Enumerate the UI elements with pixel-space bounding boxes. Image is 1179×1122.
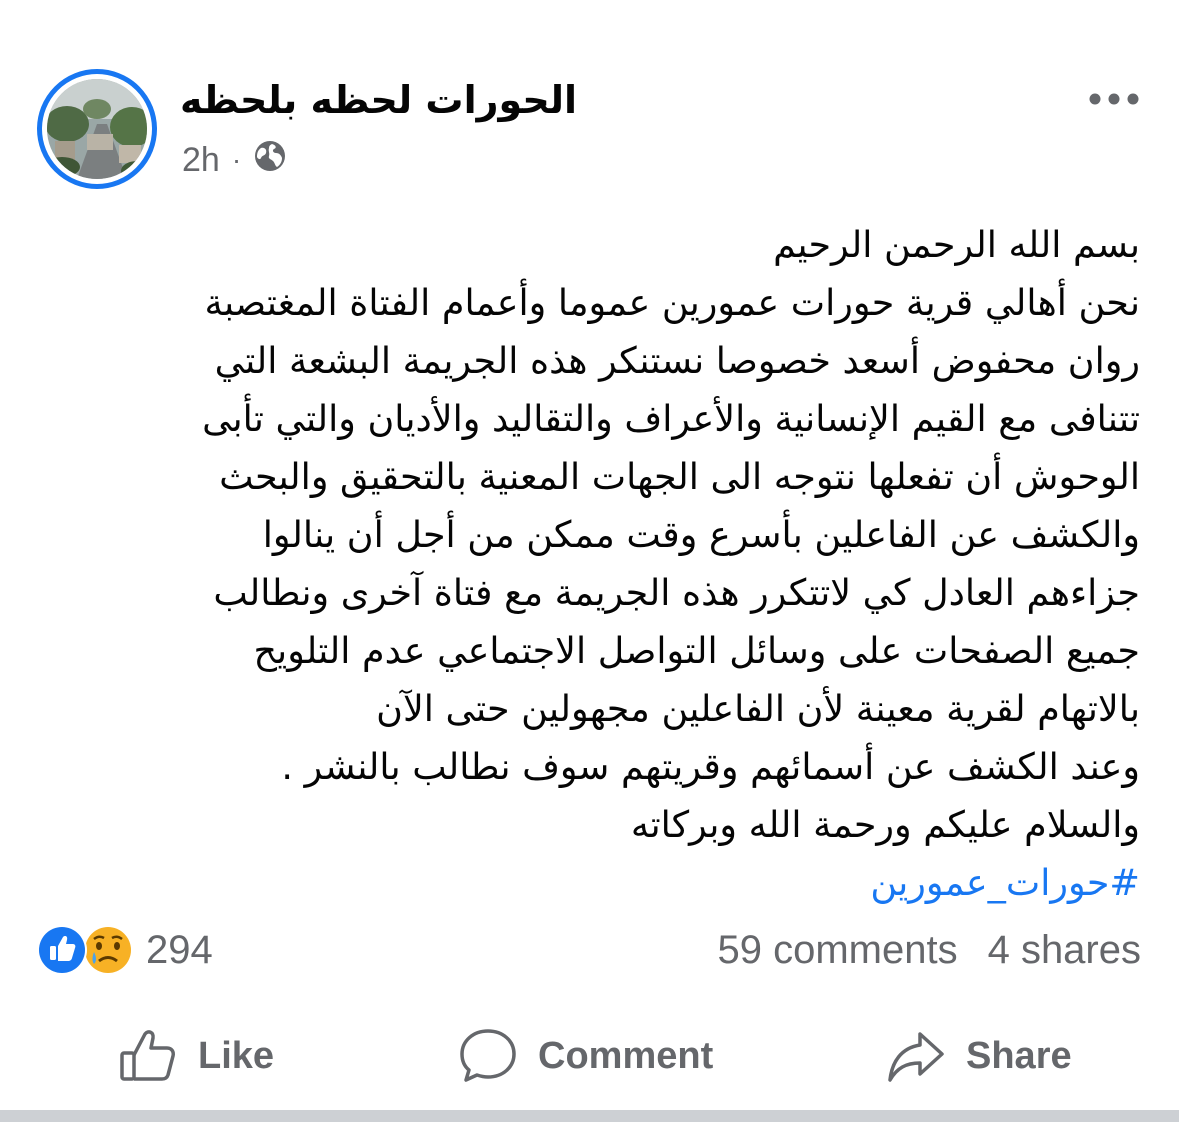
reactions-summary[interactable]: 294	[36, 924, 213, 976]
post-line: روان محفوض أسعد خصوصا نستنكر هذه الجريمة…	[214, 339, 1140, 382]
comment-icon	[460, 1029, 516, 1082]
post-line: والكشف عن الفاعلين بأسرع وقت ممكن من أجل…	[262, 513, 1140, 556]
like-outline-icon	[120, 1030, 175, 1081]
post-line: والسلام عليكم ورحمة الله وبركاته	[630, 803, 1140, 846]
sad-icon	[85, 927, 131, 973]
post-line: جزاءهم العادل كي لاتتكرر هذه الجريمة مع …	[213, 571, 1140, 614]
page-name[interactable]: الحورات لحظه بلحظه	[180, 78, 577, 122]
post-line: الوحوش أن تفعلها نتوجه الى الجهات المعني…	[219, 455, 1140, 498]
post-text: بسم الله الرحمن الرحيم نحن أهالي قرية حو…	[40, 216, 1140, 912]
avatar-image	[47, 79, 147, 179]
more-options-button[interactable]	[1084, 82, 1144, 116]
share-label: Share	[966, 1034, 1072, 1077]
reactions-count: 294	[146, 927, 213, 972]
globe-icon[interactable]	[253, 139, 287, 182]
post-line: جميع الصفحات على وسائل التواصل الاجتماعي…	[253, 629, 1141, 672]
meta-separator: ·	[231, 144, 242, 175]
like-button[interactable]: Like	[118, 1018, 274, 1094]
like-label: Like	[198, 1034, 275, 1077]
divider	[0, 1110, 1179, 1122]
share-button[interactable]: Share	[886, 1018, 1072, 1094]
reaction-icons	[36, 924, 136, 976]
more-dots-icon	[1089, 93, 1139, 105]
comment-label: Comment	[538, 1034, 714, 1077]
post-line: بالاتهام لقرية معينة لأن الفاعلين مجهولي…	[376, 687, 1140, 730]
avatar[interactable]	[37, 69, 157, 189]
like-icon	[37, 925, 87, 975]
post-time[interactable]: 2h	[182, 141, 220, 180]
post-line: بسم الله الرحمن الرحيم	[773, 223, 1140, 266]
post-line: وعند الكشف عن أسمائهم وقريتهم سوف نطالب …	[281, 745, 1140, 788]
post-line: نحن أهالي قرية حورات عمورين عموما وأعمام…	[204, 281, 1140, 324]
comment-button[interactable]: Comment	[458, 1018, 713, 1094]
post-actions: Like Comment Share	[0, 1018, 1179, 1094]
engagement-counts: 59 comments 4 shares	[717, 924, 1141, 976]
post-line: تتنافى مع القيم الإنسانية والأعراف والتق…	[202, 397, 1140, 440]
post-meta: 2h ·	[182, 140, 287, 180]
hashtag-link[interactable]: #حورات_عمورين	[40, 854, 1140, 912]
shares-count[interactable]: 4 shares	[988, 928, 1141, 973]
comments-count[interactable]: 59 comments	[717, 928, 957, 973]
share-icon	[888, 1032, 944, 1082]
